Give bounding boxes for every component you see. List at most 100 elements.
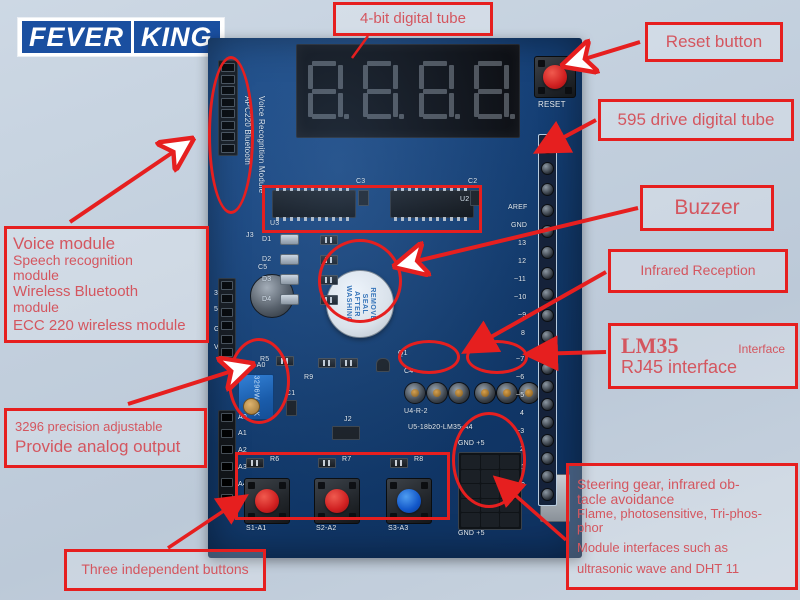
header-pin <box>541 246 554 259</box>
callout-label: 595 drive digital tube <box>617 109 775 129</box>
header-pin <box>221 281 233 290</box>
silk-c2: C2 <box>468 178 478 185</box>
silk-aref: AREF <box>508 204 528 211</box>
header-pin <box>221 307 233 317</box>
silk-voice-recognition-module: Voice Recognition Module <box>257 96 266 194</box>
audio-jack-left-1[interactable] <box>404 382 426 404</box>
left-header-socket-power <box>218 278 236 360</box>
silk-s3-a3: S3-A3 <box>388 525 409 532</box>
seven-segment-digit <box>360 60 405 122</box>
callout-4bit-digital-tube: 4-bit digital tube <box>333 2 493 36</box>
header-pin <box>541 469 554 483</box>
silk-pin-8: 8 <box>521 330 526 337</box>
silk-led-d1: D1 <box>262 236 272 243</box>
silk-pin-13: 13 <box>518 240 527 247</box>
callout-label-ecc: ECC 220 wireless module <box>13 316 186 334</box>
left-header-socket-analog <box>218 410 236 506</box>
callout-label-flame-2: phor <box>577 520 604 536</box>
capacitor-c1 <box>286 400 297 416</box>
resistor-r9b <box>340 358 358 368</box>
callout-voice-module: Voice module Speech recognition module W… <box>4 226 209 343</box>
silk-pin-5: ~5 <box>516 392 525 399</box>
header-pin <box>541 288 554 301</box>
callout-reset-button: Reset button <box>645 22 783 62</box>
callout-infrared-reception: Infrared Reception <box>608 249 788 293</box>
silk-gnd5-bottom: GND +5 <box>458 530 485 537</box>
callout-label-lm35: LM35 <box>621 333 679 359</box>
silk-j3: J3 <box>246 232 254 239</box>
seven-segment-digit <box>416 60 460 122</box>
silk-led-d4: D4 <box>262 296 272 303</box>
header-pin <box>541 397 554 411</box>
jumper-j2[interactable] <box>332 426 360 440</box>
silk-reset-label: RESET <box>538 100 566 109</box>
audio-jack-right-2[interactable] <box>496 382 518 404</box>
callout-label-bt-1: Wireless Bluetooth <box>13 282 139 300</box>
callout-label: Reset button <box>665 31 763 51</box>
header-pin <box>541 415 554 429</box>
header-pin <box>541 204 554 217</box>
silk-s2-a2: S2-A2 <box>316 525 337 532</box>
arrow-voice-module <box>68 142 188 224</box>
header-pin <box>541 183 554 196</box>
silk-gnd-right: GND <box>511 222 528 229</box>
resistor-r9 <box>318 358 336 368</box>
silk-j2: J2 <box>344 416 352 423</box>
header-pin <box>541 309 554 322</box>
callout-label-module-1: Module interfaces such as <box>577 540 729 556</box>
header-pin <box>541 361 554 375</box>
callout-label-steering-1: Steering gear, infrared ob- <box>577 475 740 492</box>
header-pin <box>221 413 233 422</box>
silk-led-d2: D2 <box>262 256 272 263</box>
audio-jack-left-3[interactable] <box>448 382 470 404</box>
callout-label-flame-1: Flame, photosensitive, Tri-phos- <box>577 506 762 522</box>
reset-pushbutton[interactable] <box>534 56 576 98</box>
header-pin <box>541 379 554 393</box>
logo-text-king: KING <box>134 21 220 53</box>
callout-label-3296: 3296 precision adjustable <box>15 418 163 434</box>
silk-pin-6: ~6 <box>516 374 525 381</box>
callout-three-buttons: Three independent buttons <box>64 549 266 591</box>
callout-label: Three independent buttons <box>81 561 249 578</box>
header-pin <box>541 225 554 238</box>
silk-s1-a1: S1-A1 <box>246 525 267 532</box>
silk-pin-12: 12 <box>518 258 527 265</box>
callout-label-bt-2: module <box>13 298 59 315</box>
header-pin <box>541 451 554 465</box>
silk-pin-9: ~9 <box>518 312 527 319</box>
audio-jack-right-1[interactable] <box>474 382 496 404</box>
led-d2 <box>280 254 299 265</box>
highlight-box-buttons <box>235 452 450 520</box>
right-header-socket-lower[interactable] <box>538 356 557 506</box>
screenshot-canvas: FEVER KING APC220 Bluetooth Voice Recogn… <box>0 0 800 600</box>
callout-label: Infrared Reception <box>640 262 756 279</box>
logo-text-fever: FEVER <box>22 21 132 53</box>
highlight-ellipse-module-header <box>452 412 526 508</box>
callout-label-analog-output: Provide analog output <box>15 436 181 456</box>
seven-segment-digit <box>305 60 349 122</box>
audio-jack-left-2[interactable] <box>426 382 448 404</box>
silk-pin-0: 0 <box>521 482 526 489</box>
silk-u4: U4-R-2 <box>404 408 428 415</box>
header-pin <box>221 347 233 357</box>
silk-r9: R9 <box>304 374 314 381</box>
highlight-box-595-drivers <box>262 185 482 233</box>
header-pin <box>541 141 554 154</box>
header-pin <box>541 487 554 501</box>
header-pin <box>541 330 554 343</box>
callout-label-module-2: ultrasonic wave and DHT 11 <box>577 561 740 577</box>
highlight-ellipse-lm35-jacks <box>466 340 528 374</box>
highlight-ellipse-potentiometer <box>228 338 290 424</box>
header-pin <box>541 267 554 280</box>
header-pin <box>221 334 233 344</box>
header-pin <box>541 162 554 175</box>
silk-led-d3: D3 <box>262 276 272 283</box>
fever-king-logo: FEVER KING <box>18 18 224 56</box>
callout-buzzer: Buzzer <box>640 185 774 231</box>
callout-label-steering-2: tacle avoidance <box>577 490 675 507</box>
right-header-socket-upper[interactable] <box>538 134 557 350</box>
silk-c3: C3 <box>356 178 366 185</box>
led-d4 <box>280 294 299 305</box>
callout-label-voice: Voice module <box>13 233 116 253</box>
header-pin <box>221 461 233 471</box>
